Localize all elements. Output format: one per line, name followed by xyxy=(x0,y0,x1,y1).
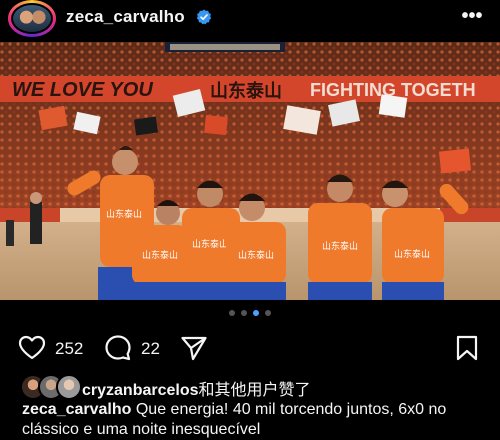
banner-mid-text: 山东泰山 xyxy=(210,80,282,102)
post-header: zeca_carvalho ••• xyxy=(0,0,500,38)
post-actions: 252 22 xyxy=(0,330,500,366)
carousel-dot[interactable] xyxy=(241,310,247,316)
share-icon[interactable] xyxy=(180,334,208,362)
post-caption: zeca_carvalho Que energia! 40 mil torcen… xyxy=(22,400,492,440)
heart-icon[interactable] xyxy=(18,334,46,362)
jersey-text: 山东泰山 xyxy=(142,249,178,261)
story-avatar-ring[interactable] xyxy=(8,0,56,37)
comment-icon[interactable] xyxy=(104,334,132,362)
verified-badge-icon xyxy=(196,9,212,25)
carousel-dot[interactable] xyxy=(265,310,271,316)
liker-username[interactable]: cryzanbarcelos xyxy=(82,382,199,399)
comment-count[interactable]: 22 xyxy=(141,339,160,359)
jersey-text: 山东泰山 xyxy=(106,208,142,220)
liked-by-suffix: 和其他用户赞了 xyxy=(198,382,311,399)
more-options-icon[interactable]: ••• xyxy=(458,6,486,28)
avatar[interactable] xyxy=(13,5,51,32)
jersey-text: 山东泰山 xyxy=(238,249,274,261)
liker-avatar[interactable] xyxy=(56,374,82,400)
liked-by-row: cryzanbarcelos和其他用户赞了 xyxy=(0,372,500,400)
post-username[interactable]: zeca_carvalho xyxy=(66,7,185,27)
bookmark-icon[interactable] xyxy=(453,334,481,362)
caption-username[interactable]: zeca_carvalho xyxy=(22,401,131,418)
carousel-indicator xyxy=(0,310,500,320)
avatar-border xyxy=(11,3,53,34)
carousel-dot-active[interactable] xyxy=(253,310,259,316)
jersey-text: 山东泰山 xyxy=(192,238,228,250)
jersey-text: 山东泰山 xyxy=(322,240,358,252)
team-photo-illustration: WE LOVE YOU 山东泰山 FIGHTING TOGETH 山东泰山 山东… xyxy=(0,42,500,300)
post-photo[interactable]: WE LOVE YOU 山东泰山 FIGHTING TOGETH 山东泰山 山东… xyxy=(0,42,500,300)
like-count[interactable]: 252 xyxy=(55,339,83,359)
jersey-text: 山东泰山 xyxy=(394,248,430,260)
banner-left-text: WE LOVE YOU xyxy=(12,79,153,101)
carousel-dot[interactable] xyxy=(229,310,235,316)
liked-by-text: cryzanbarcelos和其他用户赞了 xyxy=(82,376,311,400)
